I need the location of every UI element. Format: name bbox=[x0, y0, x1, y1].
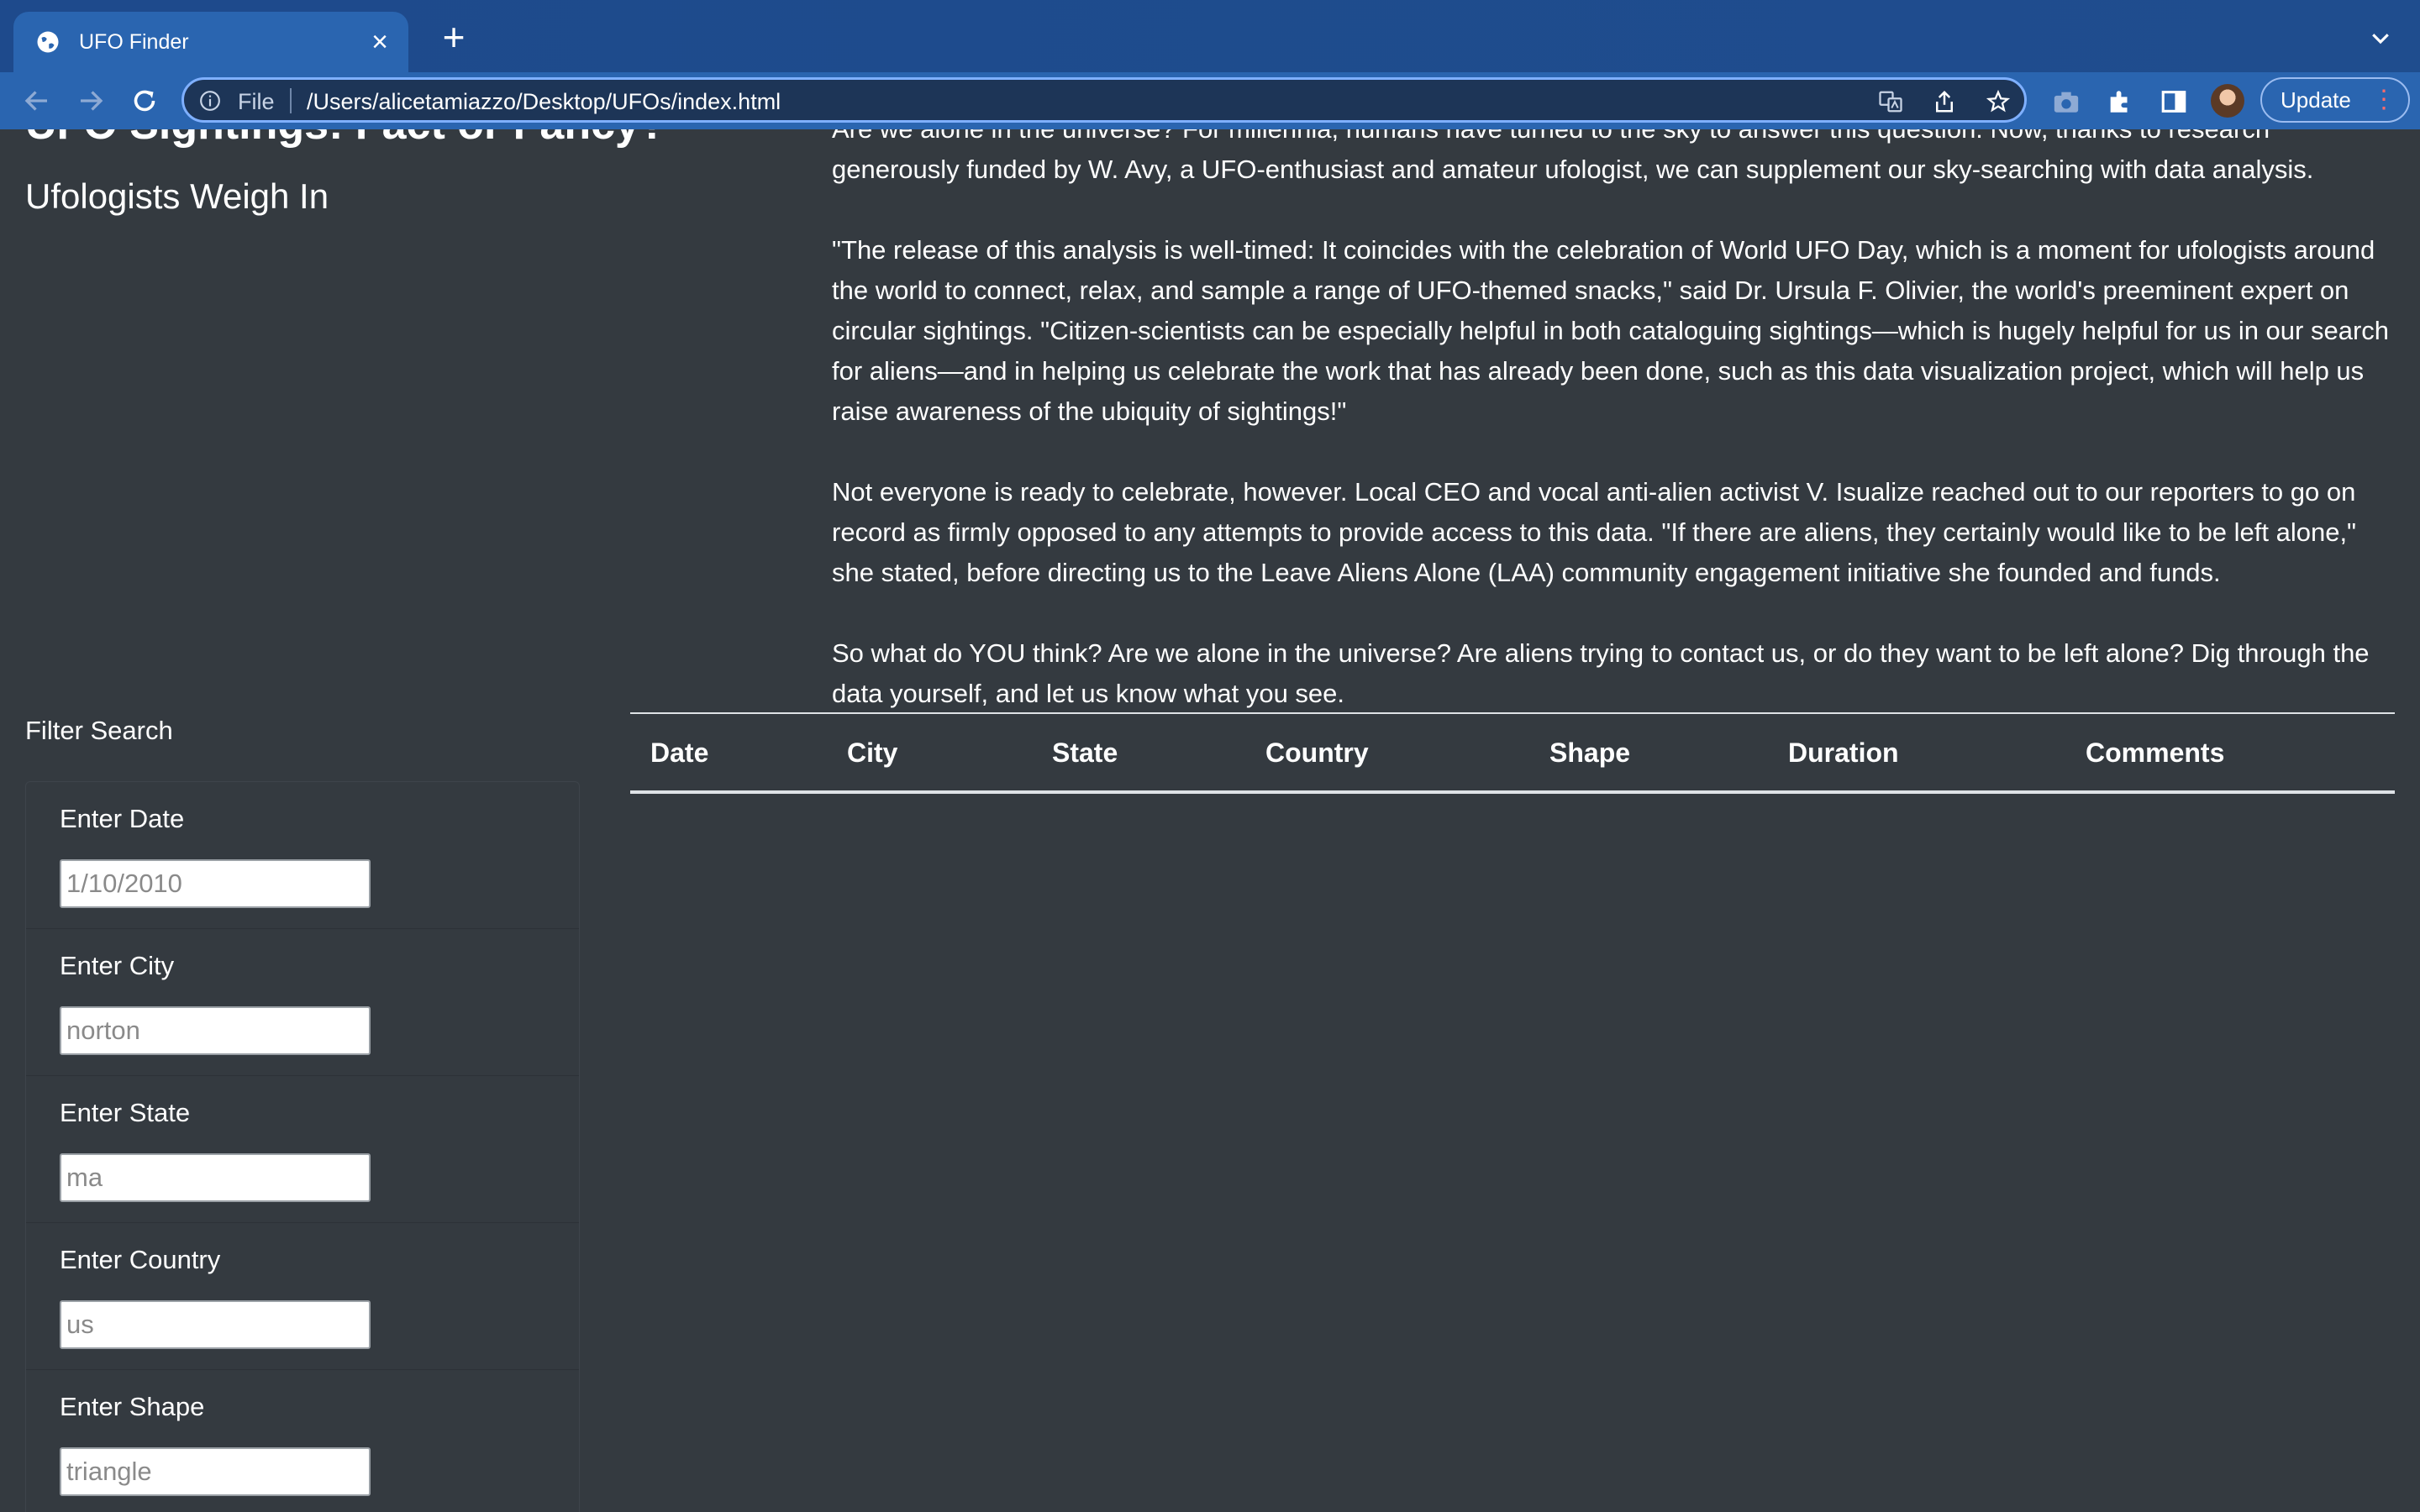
address-url[interactable]: /Users/alicetamiazzo/Desktop/UFOs/index.… bbox=[307, 89, 781, 115]
column-header-date: Date bbox=[630, 713, 827, 794]
close-tab-icon[interactable]: × bbox=[366, 28, 393, 56]
country-input[interactable] bbox=[60, 1300, 371, 1349]
filter-label: Enter Country bbox=[60, 1245, 221, 1274]
shape-input[interactable] bbox=[60, 1447, 371, 1496]
forward-arrow-icon[interactable] bbox=[76, 86, 106, 116]
column-header-country: Country bbox=[1245, 713, 1529, 794]
article-paragraph: So what do YOU think? Are we alone in th… bbox=[832, 638, 2370, 708]
globe-icon bbox=[37, 31, 59, 53]
tab-title: UFO Finder bbox=[79, 29, 189, 54]
chevron-down-icon[interactable] bbox=[2368, 25, 2393, 50]
column-header-comments: Comments bbox=[2065, 713, 2395, 794]
page-title: UFO Sightings: Fact or Fancy? bbox=[25, 129, 666, 150]
translate-icon[interactable] bbox=[1878, 89, 1903, 114]
back-arrow-icon[interactable] bbox=[22, 86, 52, 116]
filter-label: Enter Shape bbox=[60, 1392, 205, 1421]
article-body: Are we alone in the universe? For millen… bbox=[832, 129, 2403, 754]
extensions-icon[interactable] bbox=[2106, 87, 2134, 116]
column-header-city: City bbox=[827, 713, 1032, 794]
filter-label: Enter State bbox=[60, 1098, 191, 1127]
filter-label: Enter City bbox=[60, 951, 175, 980]
ufo-table: Date City State Country Shape Duration C… bbox=[630, 712, 2395, 794]
filter-label: Enter Date bbox=[60, 804, 185, 833]
article-paragraph: "The release of this analysis is well-ti… bbox=[832, 235, 2390, 426]
page-content: UFO Sightings: Fact or Fancy? Ufologists… bbox=[0, 129, 2420, 1512]
filter-item-shape: Enter Shape bbox=[26, 1370, 579, 1512]
more-menu-icon[interactable]: ⋮ bbox=[2371, 86, 2396, 114]
update-button[interactable]: Update ⋮ bbox=[2260, 77, 2410, 123]
filter-list: Enter Date Enter City Enter State Enter … bbox=[25, 781, 580, 1512]
filter-item-state: Enter State bbox=[26, 1076, 579, 1223]
browser-toolbar: File /Users/alicetamiazzo/Desktop/UFOs/i… bbox=[0, 72, 2420, 129]
filter-item-date: Enter Date bbox=[26, 782, 579, 929]
table-header-row: Date City State Country Shape Duration C… bbox=[630, 713, 2395, 794]
address-separator bbox=[290, 88, 292, 113]
side-panel-icon[interactable] bbox=[2160, 87, 2188, 116]
city-input[interactable] bbox=[60, 1006, 371, 1055]
browser-tab[interactable]: UFO Finder × bbox=[13, 12, 408, 72]
filter-search-title: Filter Search bbox=[25, 716, 173, 745]
share-icon[interactable] bbox=[1932, 89, 1957, 114]
article-paragraph: Not everyone is ready to celebrate, howe… bbox=[832, 477, 2357, 587]
camera-icon[interactable] bbox=[2052, 87, 2081, 116]
column-header-shape: Shape bbox=[1529, 713, 1768, 794]
column-header-duration: Duration bbox=[1768, 713, 2065, 794]
filter-item-country: Enter Country bbox=[26, 1223, 579, 1370]
column-header-state: State bbox=[1032, 713, 1245, 794]
address-bar[interactable]: File /Users/alicetamiazzo/Desktop/UFOs/i… bbox=[182, 77, 2027, 123]
filter-item-city: Enter City bbox=[26, 929, 579, 1076]
browser-tab-strip: UFO Finder × + bbox=[0, 0, 2420, 72]
bookmark-star-icon[interactable] bbox=[1986, 89, 2011, 114]
page-subtitle: Ufologists Weigh In bbox=[25, 176, 329, 216]
reload-icon[interactable] bbox=[129, 86, 160, 116]
date-input[interactable] bbox=[60, 859, 371, 908]
state-input[interactable] bbox=[60, 1153, 371, 1202]
update-label: Update bbox=[2281, 87, 2351, 113]
info-icon[interactable] bbox=[199, 90, 221, 112]
address-scheme: File bbox=[238, 89, 275, 114]
article-paragraph: Are we alone in the universe? For millen… bbox=[832, 129, 2314, 184]
profile-avatar[interactable] bbox=[2211, 84, 2244, 118]
new-tab-icon[interactable]: + bbox=[439, 18, 469, 56]
